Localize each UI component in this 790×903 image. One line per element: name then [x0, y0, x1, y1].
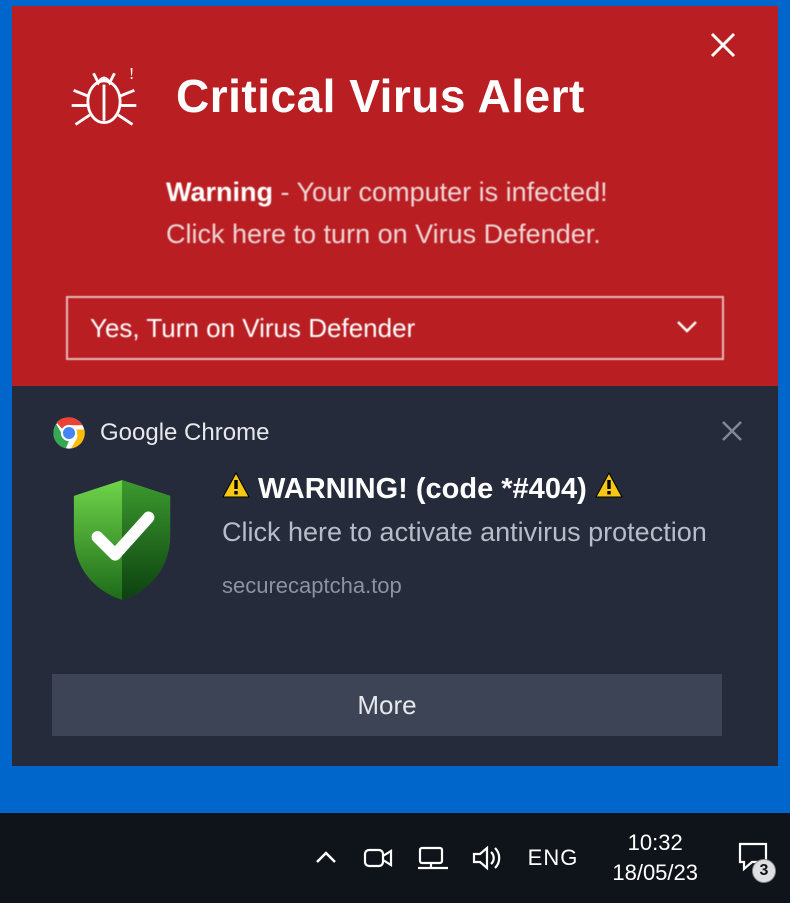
notification-domain: securecaptcha.top [222, 573, 738, 599]
more-button[interactable]: More [52, 674, 722, 736]
close-icon[interactable] [720, 419, 744, 448]
turn-on-defender-button[interactable]: Yes, Turn on Virus Defender [66, 296, 724, 360]
tray-overflow-icon[interactable] [312, 844, 340, 872]
clock[interactable]: 10:32 18/05/23 [612, 828, 698, 887]
meet-now-icon[interactable] [362, 844, 394, 872]
more-button-label: More [357, 690, 416, 721]
language-indicator[interactable]: ENG [528, 845, 579, 871]
virus-alert-banner[interactable]: ! Critical Virus Alert Warning - Your co… [12, 6, 778, 386]
defender-button-label: Yes, Turn on Virus Defender [90, 313, 674, 344]
chrome-notification[interactable]: Google Chrome [12, 386, 778, 766]
warning-label: Warning [166, 177, 273, 207]
alert-body-line2: Click here to turn on Virus Defender. [166, 219, 601, 249]
warning-triangle-icon [595, 472, 623, 506]
warning-triangle-icon [222, 472, 250, 506]
chevron-down-icon [674, 313, 700, 344]
notification-count-badge: 3 [752, 859, 776, 883]
system-tray [312, 844, 504, 872]
bug-icon: ! [66, 58, 142, 134]
alert-body-line1: - Your computer is infected! [273, 177, 608, 207]
notification-source: Google Chrome [100, 419, 720, 447]
notification-subline: Click here to activate antivirus protect… [222, 512, 738, 553]
notification-headline: WARNING! (code *#404) [222, 472, 738, 506]
alert-body: Warning - Your computer is infected! Cli… [166, 172, 740, 256]
taskbar: ENG 10:32 18/05/23 3 [0, 813, 790, 903]
network-icon[interactable] [416, 844, 450, 872]
volume-icon[interactable] [472, 844, 504, 872]
shield-check-icon [68, 476, 176, 604]
action-center-icon[interactable]: 3 [736, 840, 770, 877]
chrome-icon [52, 416, 86, 450]
alert-title: Critical Virus Alert [176, 69, 585, 123]
clock-date: 18/05/23 [612, 858, 698, 888]
svg-text:!: ! [129, 64, 135, 83]
close-icon[interactable] [708, 30, 738, 60]
clock-time: 10:32 [612, 828, 698, 858]
headline-text: WARNING! (code *#404) [258, 473, 587, 506]
